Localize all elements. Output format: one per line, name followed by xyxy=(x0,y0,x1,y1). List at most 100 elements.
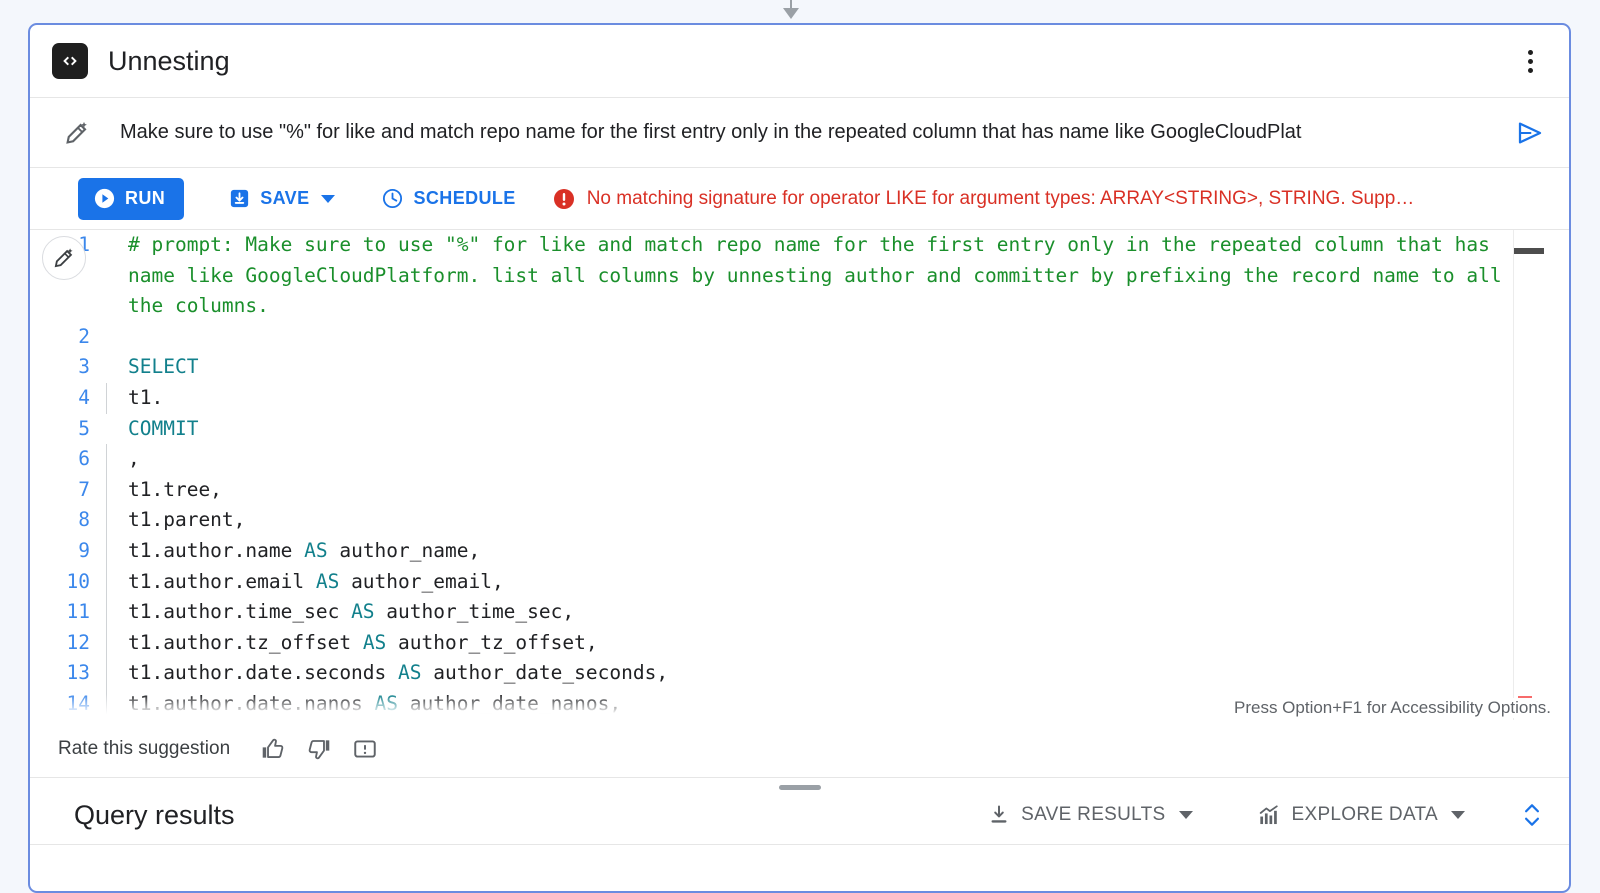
page-title: Unnesting xyxy=(108,45,230,76)
code-line: 9 t1.author.name AS author_name, xyxy=(30,535,1513,567)
explore-data-button[interactable]: EXPLORE DATA xyxy=(1247,795,1476,835)
kebab-dot xyxy=(1527,58,1533,64)
editor-scrollbar[interactable] xyxy=(1513,230,1551,720)
line-number: 7 xyxy=(78,477,90,501)
code-line: 4 t1. xyxy=(30,382,1513,414)
explore-data-label: EXPLORE DATA xyxy=(1291,804,1438,825)
play-circle-icon xyxy=(93,187,116,210)
schedule-button[interactable]: SCHEDULE xyxy=(371,178,525,220)
line-number: 6 xyxy=(78,447,90,471)
code-token: t1.author.name xyxy=(128,538,305,562)
error-circle-icon xyxy=(552,187,576,211)
code-token: author_time_sec, xyxy=(374,600,575,624)
code-token: COMMIT xyxy=(128,416,199,440)
code-line: 10 t1.author.email AS author_email, xyxy=(30,566,1513,598)
code-line-content[interactable]: COMMIT xyxy=(106,414,1513,445)
chevron-down-icon xyxy=(321,194,336,203)
scrollbar-thumb[interactable] xyxy=(1514,248,1544,254)
code-token: author_date_seconds, xyxy=(421,661,669,685)
code-token: author_tz_offset, xyxy=(386,630,598,654)
kebab-menu-icon[interactable] xyxy=(1513,44,1547,78)
chart-bar-icon xyxy=(1257,803,1282,828)
panel-header: Unnesting xyxy=(30,25,1569,98)
code-line: 11 t1.author.time_sec AS author_time_sec, xyxy=(30,597,1513,628)
run-label: RUN xyxy=(125,188,166,208)
line-number: 11 xyxy=(66,600,90,624)
line-number: 10 xyxy=(66,569,90,593)
clock-icon xyxy=(381,187,404,210)
line-number: 5 xyxy=(78,416,90,440)
line-number: 12 xyxy=(66,630,90,654)
prompt-text[interactable]: Make sure to use "%" for like and match … xyxy=(120,121,1511,144)
code-line-content[interactable]: t1.author.email AS author_email, xyxy=(106,566,1513,598)
code-token: author_email, xyxy=(339,569,504,593)
panel-pointer-marker xyxy=(780,0,802,22)
results-title: Query results xyxy=(74,799,235,830)
line-number: 8 xyxy=(78,508,90,532)
save-label: SAVE xyxy=(260,188,310,208)
results-divider xyxy=(30,844,1569,845)
results-drag-handle[interactable] xyxy=(778,785,821,790)
code-line-content[interactable]: t1.author.name AS author_name, xyxy=(106,535,1513,567)
code-token: # prompt: Make sure to use "%" for like … xyxy=(128,233,1513,318)
code-lines-container[interactable]: 1 # prompt: Make sure to use "%" for like… xyxy=(30,230,1513,720)
code-line: 6, xyxy=(30,444,1513,475)
code-token: author_name, xyxy=(327,538,481,562)
code-token: AS xyxy=(315,569,340,593)
code-token: t1.tree, xyxy=(128,477,222,501)
code-line-content[interactable]: t1.tree, xyxy=(106,474,1513,506)
code-line-content[interactable] xyxy=(106,322,1513,353)
feedback-report-icon[interactable] xyxy=(348,732,382,766)
editor-toolbar: RUN SAVE SCHEDULE No matching signature … xyxy=(30,168,1569,230)
code-token: t1.author.date.seconds xyxy=(128,661,399,685)
code-token: AS xyxy=(398,661,422,685)
code-line-content[interactable]: t1. xyxy=(106,382,1513,414)
kebab-dot xyxy=(1527,49,1533,55)
query-editor-panel: Unnesting Make sure to use "%" for like … xyxy=(28,23,1571,893)
code-token: AS xyxy=(351,600,375,624)
code-token: t1.author.tz_offset xyxy=(128,630,363,654)
error-text: No matching signature for operator LIKE … xyxy=(586,187,1415,209)
save-results-button[interactable]: SAVE RESULTS xyxy=(977,795,1202,835)
save-results-label: SAVE RESULTS xyxy=(1021,804,1166,825)
line-number: 9 xyxy=(78,538,90,562)
save-download-icon xyxy=(228,187,251,210)
code-token: , xyxy=(128,447,140,471)
error-message: No matching signature for operator LIKE … xyxy=(552,187,1555,211)
magic-pencil-icon[interactable] xyxy=(42,236,86,280)
thumb-down-icon[interactable] xyxy=(302,732,336,766)
chevron-down-icon xyxy=(1178,811,1193,819)
accessibility-hint: Press Option+F1 for Accessibility Option… xyxy=(1226,698,1551,718)
code-line: 3 SELECT xyxy=(30,352,1513,383)
code-line: 12 t1.author.tz_offset AS author_tz_offse… xyxy=(30,627,1513,659)
pointer-head xyxy=(783,8,799,19)
code-line-content[interactable]: , xyxy=(106,444,1513,475)
code-line-content[interactable]: t1.author.time_sec AS author_time_sec, xyxy=(106,597,1513,628)
thumb-up-icon[interactable] xyxy=(256,732,290,766)
code-line-content[interactable]: # prompt: Make sure to use "%" for like … xyxy=(106,230,1513,322)
code-line-content[interactable]: t1.author.date.seconds AS author_date_se… xyxy=(106,658,1513,689)
schedule-label: SCHEDULE xyxy=(413,188,516,208)
run-button[interactable]: RUN xyxy=(78,177,185,220)
code-token: SELECT xyxy=(128,355,199,379)
download-icon xyxy=(987,803,1011,827)
line-number: 2 xyxy=(78,324,90,348)
chevron-down-icon xyxy=(1451,811,1465,819)
line-number: 4 xyxy=(78,385,90,409)
code-token: AS xyxy=(362,630,387,654)
code-line: 8 t1.parent, xyxy=(30,505,1513,536)
save-button[interactable]: SAVE xyxy=(218,178,345,220)
code-line: 7 t1.tree, xyxy=(30,474,1513,506)
send-arrow-icon[interactable] xyxy=(1511,114,1549,152)
code-editor[interactable]: 1 # prompt: Make sure to use "%" for like… xyxy=(30,230,1569,720)
code-token: t1. xyxy=(128,385,164,409)
kebab-dot xyxy=(1527,67,1533,73)
code-line-content[interactable]: SELECT xyxy=(106,352,1513,383)
code-line: 5 COMMIT xyxy=(30,414,1513,445)
code-token: AS xyxy=(304,538,328,562)
code-line-content[interactable]: t1.parent, xyxy=(106,505,1513,536)
expand-collapse-icon[interactable] xyxy=(1515,795,1549,835)
code-badge-icon xyxy=(52,43,88,79)
code-line-content[interactable]: t1.author.tz_offset AS author_tz_offset, xyxy=(106,627,1513,659)
code-line: 2 xyxy=(30,322,1513,353)
